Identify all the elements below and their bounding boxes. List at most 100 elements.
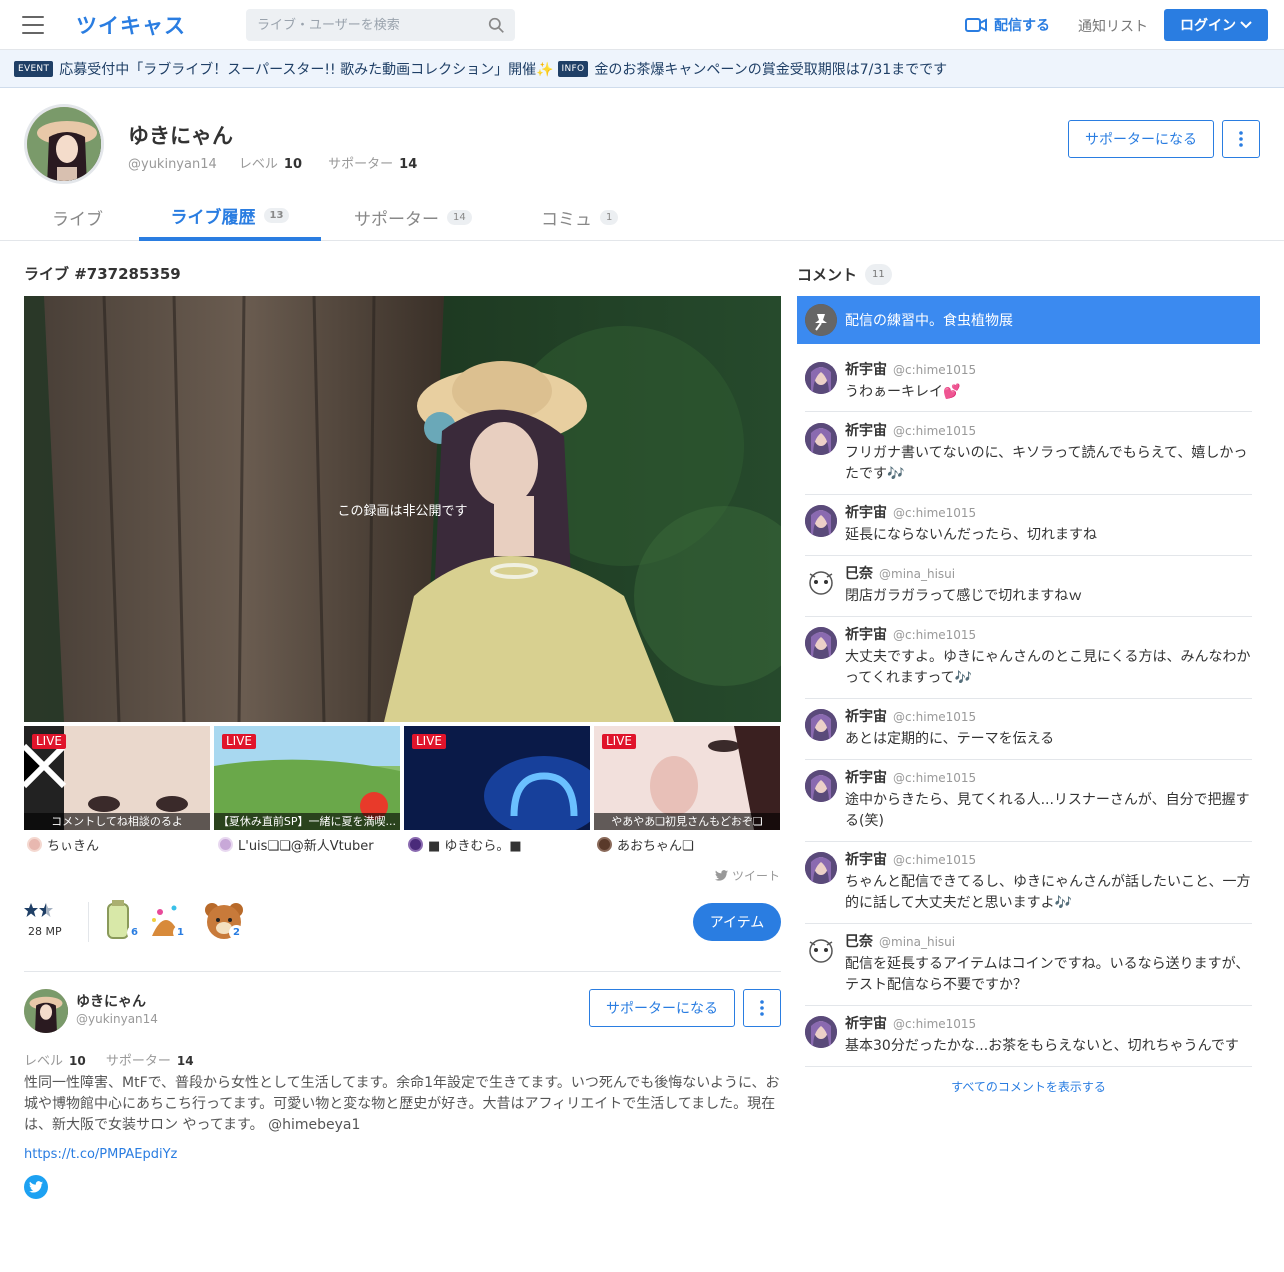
commenter-avatar[interactable]: [805, 627, 837, 659]
profile-handle: @yukinyan14: [128, 157, 217, 172]
user-avatar: [218, 836, 233, 852]
private-recording-message: この録画は非公開です: [337, 504, 468, 519]
avatar-photo: [805, 362, 837, 394]
become-supporter-button[interactable]: サポーターになる: [1068, 120, 1214, 158]
item-count: 2: [229, 925, 244, 940]
item-button[interactable]: アイテム: [693, 903, 781, 941]
supporter-label: サポーター: [105, 1054, 171, 1069]
tab-live[interactable]: ライブ: [52, 194, 103, 241]
comment-text: 延長にならないんだったら、切れますね: [845, 527, 1097, 543]
profile-avatar[interactable]: [24, 104, 104, 184]
supporter-label: サポーター: [328, 157, 394, 172]
commenter-handle: @c:hime1015: [893, 506, 977, 520]
more-options-button[interactable]: [1222, 120, 1260, 158]
commenter-name[interactable]: 祈宇宙: [845, 362, 887, 378]
profile-name: ゆきにゃん: [128, 124, 233, 148]
thumbnail-caption: やあやあ❏初見さんもどおぞ❏: [594, 813, 780, 830]
comments-title: コメント: [797, 266, 858, 284]
item-count: 1: [173, 925, 188, 940]
comment-text: 途中からきたら、見てくれる人...リスナーさんが、自分で把握する(笑): [845, 792, 1250, 829]
live-thumbnail[interactable]: LIVE 【夏休み直前SP】一緒に夏を満喫...: [214, 726, 400, 830]
commenter-name[interactable]: 祈宇宙: [845, 852, 887, 868]
video-player[interactable]: この録画は非公開です: [24, 296, 781, 722]
commenter-name[interactable]: 巳奈: [845, 934, 873, 950]
user-card-name[interactable]: ゆきにゃん: [76, 991, 146, 1011]
tab-supporters[interactable]: サポーター 14: [354, 194, 472, 241]
more-options-button[interactable]: [743, 989, 781, 1027]
live-thumbnail[interactable]: LIVE コメントしてね相談のるよ: [24, 726, 210, 830]
item-bear[interactable]: 2: [202, 900, 246, 942]
commenter-avatar[interactable]: [805, 934, 837, 966]
commenter-name[interactable]: 祈宇宙: [845, 1016, 887, 1032]
mp-stars-icon: [24, 903, 56, 917]
user-avatar: [27, 836, 42, 852]
broadcast-button[interactable]: 配信する: [965, 15, 1050, 35]
search-input[interactable]: [246, 9, 481, 41]
commenter-handle: @c:hime1015: [893, 1017, 977, 1031]
commenter-avatar[interactable]: [805, 505, 837, 537]
commenter-avatar[interactable]: [805, 566, 837, 598]
level-label: レベル: [238, 157, 278, 172]
item-tea-bottle[interactable]: 6: [100, 900, 144, 942]
commenter-avatar[interactable]: [805, 709, 837, 741]
thumbnail-user[interactable]: L'uis❏❏@新人Vtuber: [218, 835, 374, 854]
pushpin-icon: [805, 304, 837, 336]
login-label: ログイン: [1180, 18, 1236, 34]
comment-item: 祈宇宙 @c:hime1015 基本30分だったかな...お茶をもらえないと、切れち…: [805, 1010, 1252, 1067]
event-announcement-link[interactable]: 応募受付中「ラブライブ！スーパースター!! 歌みた動画コレクション」開催✨: [59, 59, 553, 79]
item-sparkle-hat[interactable]: 1: [146, 900, 190, 942]
vertical-dots-icon: [760, 1000, 764, 1016]
thumbnail-user[interactable]: あおちゃん❏: [597, 835, 694, 854]
commenter-name[interactable]: 祈宇宙: [845, 770, 887, 786]
tab-community[interactable]: コミュ 1: [541, 194, 619, 241]
avatar-photo: [805, 709, 837, 741]
live-thumbnail[interactable]: LIVE: [404, 726, 590, 830]
search-icon[interactable]: [488, 17, 505, 34]
commenter-avatar[interactable]: [805, 852, 837, 884]
comment-text: うわぁーキレイ💕: [845, 384, 961, 400]
commenter-name[interactable]: 祈宇宙: [845, 627, 887, 643]
thumbnail-caption: コメントしてね相談のるよ: [24, 813, 210, 830]
level-label: レベル: [24, 1054, 64, 1069]
login-button[interactable]: ログイン: [1164, 9, 1268, 41]
tab-supporters-label: サポーター: [354, 210, 439, 230]
search-box: [246, 9, 515, 41]
site-logo[interactable]: ツイキャス: [76, 10, 186, 40]
commenter-avatar[interactable]: [805, 362, 837, 394]
commenter-name[interactable]: 祈宇宙: [845, 423, 887, 439]
user-external-link[interactable]: https://t.co/PMPAEpdiYz: [24, 1147, 177, 1162]
comment-item: 祈宇宙 @c:hime1015 大丈夫ですよ。ゆきにゃんさんのとこ見にくる方は、みん…: [805, 621, 1252, 699]
tab-live-history[interactable]: ライブ履歴 13: [139, 194, 321, 241]
item-count: 6: [127, 925, 142, 940]
commenter-avatar[interactable]: [805, 423, 837, 455]
commenter-avatar[interactable]: [805, 1016, 837, 1048]
commenter-name[interactable]: 祈宇宙: [845, 709, 887, 725]
avatar-photo: [24, 989, 68, 1033]
live-thumbnail[interactable]: LIVE やあやあ❏初見さんもどおぞ❏: [594, 726, 780, 830]
thumbnail-caption: 【夏休み直前SP】一緒に夏を満喫...: [214, 813, 400, 830]
twitter-profile-button[interactable]: [24, 1175, 48, 1199]
tweet-link[interactable]: ツイート: [715, 867, 780, 884]
comment-item: 祈宇宙 @c:hime1015 途中からきたら、見てくれる人...リスナーさんが、自…: [805, 764, 1252, 842]
commenter-name[interactable]: 祈宇宙: [845, 505, 887, 521]
comment-text: フリガナ書いてないのに、キソラって読んでもらえて、嬉しかったです🎶: [845, 445, 1248, 482]
user-avatar: [597, 836, 612, 852]
user-card-avatar[interactable]: [24, 989, 68, 1033]
tab-live-history-count: 13: [263, 208, 290, 223]
thumbnail-user[interactable]: ちぃきん: [27, 835, 99, 854]
live-badge: LIVE: [602, 734, 637, 749]
notify-list-link[interactable]: 通知リスト: [1078, 16, 1148, 36]
event-tag: EVENT: [14, 60, 54, 77]
show-all-comments-link[interactable]: すべてのコメントを表示する: [805, 1078, 1252, 1095]
comment-item: 巳奈 @mina_hisui 配信を延長するアイテムはコインですね。いるなら送ります…: [805, 928, 1252, 1006]
avatar-photo: [805, 770, 837, 802]
commenter-name[interactable]: 巳奈: [845, 566, 873, 582]
user-card-meta: レベル 10 サポーター 14: [24, 1050, 210, 1069]
pinned-comment: 配信の練習中。食虫植物展: [797, 296, 1260, 344]
commenter-avatar[interactable]: [805, 770, 837, 802]
thumbnail-user[interactable]: ■ ゆきむら。■: [408, 835, 522, 854]
become-supporter-button[interactable]: サポーターになる: [589, 989, 735, 1027]
profile-tabs: ライブ ライブ履歴 13 サポーター 14 コミュ 1: [0, 194, 1284, 241]
info-announcement-link[interactable]: 金のお茶爆キャンペーンの賞金受取期限は7/31までです: [594, 59, 947, 79]
hamburger-menu-icon[interactable]: [22, 16, 44, 34]
